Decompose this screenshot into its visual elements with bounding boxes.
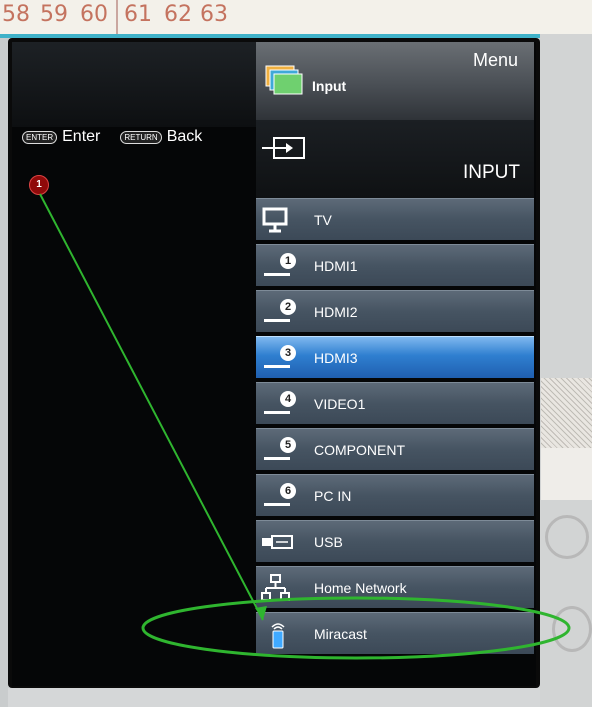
menu-item-label: Home Network	[314, 579, 407, 596]
menu-title: Menu	[472, 50, 518, 70]
hdmi-port-icon: 2	[260, 296, 304, 328]
menu-item-label: HDMI1	[314, 257, 358, 274]
strip-number: 62	[164, 2, 192, 27]
menu-item-tv[interactable]: TV	[256, 198, 534, 240]
table-surface	[8, 688, 540, 707]
screen-top-area	[12, 42, 257, 127]
menu-header: Menu Input	[256, 42, 534, 120]
menu-item-hdmi1[interactable]: 1 HDMI1	[256, 244, 534, 286]
input-section: INPUT	[256, 120, 534, 198]
usb-icon	[262, 534, 293, 549]
menu-item-usb[interactable]: USB	[256, 520, 534, 562]
input-section-title: INPUT	[463, 162, 520, 183]
number-strip: 58 59 60 61 62 63	[0, 0, 592, 38]
hdmi-port-icon: 3	[260, 342, 304, 374]
step-badge: 1	[29, 175, 49, 195]
miracast-icon	[271, 622, 285, 648]
input-header-icon	[265, 65, 303, 95]
return-key-pill: RETURN	[120, 130, 162, 144]
menu-item-miracast[interactable]: Miracast	[256, 612, 534, 654]
menu-item-label: HDMI2	[314, 303, 358, 320]
menu-item-label: VIDEO1	[314, 395, 366, 412]
strip-number: 61	[124, 2, 152, 27]
strip-number: 63	[200, 2, 228, 27]
port-number: 4	[280, 390, 296, 407]
pc-port-icon: 6	[260, 480, 304, 512]
network-icon	[261, 573, 290, 601]
menu-item-label: PC IN	[314, 487, 352, 504]
back-hint: Back	[166, 128, 203, 145]
hdmi-port-icon: 1	[260, 250, 304, 282]
remote-hints: ENTER Enter RETURN Back	[22, 128, 202, 146]
menu-item-label: HDMI3	[314, 349, 358, 366]
menu-item-video1[interactable]: 4 VIDEO1	[256, 382, 534, 424]
menu-item-label: Miracast	[314, 625, 367, 642]
menu-item-label: COMPONENT	[314, 441, 405, 458]
strip-divider	[116, 0, 118, 34]
menu-item-component[interactable]: 5 COMPONENT	[256, 428, 534, 470]
port-number: 3	[280, 344, 296, 361]
wall-circle-decoration	[552, 606, 592, 652]
port-number: 1	[280, 252, 296, 269]
strip-number: 58	[2, 2, 30, 27]
port-number: 2	[280, 298, 296, 315]
port-number: 6	[280, 482, 296, 499]
component-port-icon: 5	[260, 434, 304, 466]
input-source-icon	[262, 137, 305, 159]
menu-item-hdmi3[interactable]: 3 HDMI3	[256, 336, 534, 378]
wall-circle-decoration	[545, 515, 589, 559]
port-number: 5	[280, 436, 296, 453]
input-menu-list: TV 1 HDMI1 2 HDMI2 3 HDMI3 4 VIDEO1 5 CO…	[256, 198, 534, 658]
video-port-icon: 4	[260, 388, 304, 420]
patterned-paper	[541, 378, 592, 448]
strip-number: 59	[40, 2, 68, 27]
menu-item-label: TV	[314, 211, 332, 228]
menu-item-pc-in[interactable]: 6 PC IN	[256, 474, 534, 516]
enter-hint: Enter	[62, 128, 101, 145]
menu-item-label: USB	[314, 533, 343, 550]
strip-number: 60	[80, 2, 108, 27]
wall-paper	[541, 448, 592, 500]
header-input-label: Input	[312, 78, 347, 94]
tv-icon	[262, 207, 288, 232]
menu-item-hdmi2[interactable]: 2 HDMI2	[256, 290, 534, 332]
menu-item-home-network[interactable]: Home Network	[256, 566, 534, 608]
enter-key-pill: ENTER	[22, 130, 58, 144]
